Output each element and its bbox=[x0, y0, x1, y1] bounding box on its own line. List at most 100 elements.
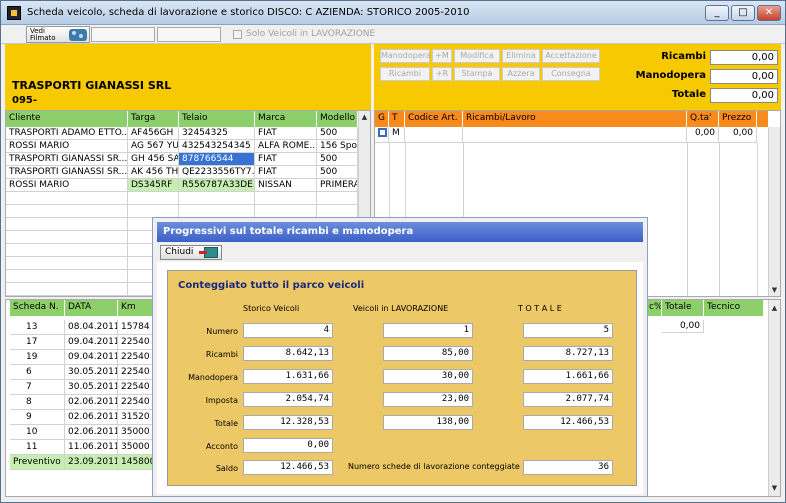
elimina-button[interactable]: Elimina bbox=[502, 49, 540, 63]
line-qta-cell[interactable]: 0,00 bbox=[687, 127, 719, 143]
vehicle-cell[interactable]: QE2233556TY7... bbox=[179, 166, 255, 179]
history-cell[interactable]: 30.05.2011 bbox=[65, 365, 118, 380]
vehicle-empty-cell[interactable] bbox=[6, 257, 128, 270]
saldo-field[interactable]: 12.466,53 bbox=[243, 460, 333, 475]
dialog-storico-field[interactable]: 12.328,53 bbox=[243, 415, 333, 430]
col-telaio[interactable]: Telaio bbox=[179, 111, 255, 127]
dialog-totale-field[interactable]: 12.466,53 bbox=[523, 415, 613, 430]
history-cell[interactable]: 7 bbox=[10, 380, 65, 395]
dialog-storico-field[interactable]: 4 bbox=[243, 323, 333, 338]
history-cell[interactable]: 22540 bbox=[118, 365, 154, 380]
vehicle-cell[interactable]: AG 567 YU bbox=[128, 140, 179, 153]
history-cell[interactable]: 23.09.2011 bbox=[65, 455, 118, 470]
history-cell[interactable]: 08.04.2011 bbox=[65, 320, 118, 335]
scroll-up-icon[interactable]: ▲ bbox=[769, 302, 780, 314]
vehicle-cell[interactable]: TRASPORTI ADAMO ETTO... bbox=[6, 127, 128, 140]
line-g-cell[interactable] bbox=[375, 127, 389, 143]
col-extra[interactable] bbox=[757, 111, 769, 127]
col-qta[interactable]: Q.ta' bbox=[687, 111, 719, 127]
ricambi-button[interactable]: Ricambi bbox=[380, 67, 430, 81]
solo-veicoli-checkbox[interactable] bbox=[233, 30, 242, 39]
scroll-down-icon[interactable]: ▼ bbox=[769, 482, 780, 494]
vehicle-cell[interactable]: DS345RF bbox=[128, 179, 179, 192]
maximize-button[interactable]: □ bbox=[731, 5, 755, 21]
consegna-button[interactable]: Consegna bbox=[542, 67, 600, 81]
vehicle-empty-cell[interactable] bbox=[6, 231, 128, 244]
vehicle-cell[interactable]: ROSSI MARIO bbox=[6, 140, 128, 153]
vehicle-cell[interactable]: FIAT bbox=[255, 127, 317, 140]
add-manodopera-button[interactable]: +M bbox=[432, 49, 452, 63]
col-targa[interactable]: Targa bbox=[128, 111, 179, 127]
dialog-lavorazione-field[interactable]: 85,00 bbox=[383, 346, 473, 361]
history-cell[interactable]: 6 bbox=[10, 365, 65, 380]
dialog-totale-field[interactable]: 5 bbox=[523, 323, 613, 338]
line-t-cell[interactable]: M bbox=[389, 127, 405, 143]
history-cell[interactable]: 13 bbox=[10, 320, 65, 335]
vehicle-cell[interactable]: FIAT bbox=[255, 153, 317, 166]
vehicle-cell[interactable]: ALFA ROME... bbox=[255, 140, 317, 153]
col-prezzo[interactable]: Prezzo bbox=[719, 111, 757, 127]
line-codice-cell[interactable] bbox=[405, 127, 463, 143]
toolbar-field-2[interactable] bbox=[157, 27, 221, 42]
history-cell[interactable]: 22540 bbox=[118, 380, 154, 395]
vehicle-cell[interactable]: PRIMERA bbox=[317, 179, 358, 192]
vehicle-empty-cell[interactable] bbox=[128, 192, 179, 205]
vehicle-cell[interactable]: 500 bbox=[317, 153, 358, 166]
dialog-totale-field[interactable]: 1.661,66 bbox=[523, 369, 613, 384]
vehicle-cell[interactable]: R556787A33DE... bbox=[179, 179, 255, 192]
history-cell[interactable]: 11.06.2011 bbox=[65, 440, 118, 455]
history-scrollbar[interactable]: ▲ ▼ bbox=[768, 300, 780, 496]
history-cell[interactable]: 9 bbox=[10, 410, 65, 425]
history-cell[interactable]: 8 bbox=[10, 395, 65, 410]
col-codice-art[interactable]: Codice Art. bbox=[405, 111, 463, 127]
line-prezzo-cell[interactable]: 0,00 bbox=[719, 127, 757, 143]
vehicle-empty-cell[interactable] bbox=[317, 192, 358, 205]
vehicle-cell[interactable]: TRASPORTI GIANASSI SR... bbox=[6, 153, 128, 166]
history-cell[interactable]: 35000 bbox=[118, 440, 154, 455]
add-ricambi-button[interactable]: +R bbox=[432, 67, 452, 81]
col-ricambi-lavoro[interactable]: Ricambi/Lavoro bbox=[463, 111, 687, 127]
vehicle-cell[interactable]: 432543254345 ... bbox=[179, 140, 255, 153]
history-cell[interactable]: 02.06.2011 bbox=[65, 395, 118, 410]
history-cell[interactable]: Preventivo bbox=[10, 455, 65, 470]
vehicle-empty-cell[interactable] bbox=[6, 192, 128, 205]
close-button[interactable]: ✕ bbox=[757, 5, 781, 21]
manodopera-total-field[interactable]: 0,00 bbox=[710, 69, 778, 84]
vehicle-cell[interactable]: GH 456 SA bbox=[128, 153, 179, 166]
history-cell[interactable]: 145800 bbox=[118, 455, 154, 470]
vehicle-empty-cell[interactable] bbox=[6, 218, 128, 231]
history-totale-cell[interactable]: 0,00 bbox=[662, 320, 704, 333]
dialog-lavorazione-field[interactable]: 1 bbox=[383, 323, 473, 338]
chiudi-button[interactable]: Chiudi bbox=[160, 245, 222, 260]
vehicle-empty-cell[interactable] bbox=[6, 270, 128, 283]
numero-schede-field[interactable]: 36 bbox=[523, 460, 613, 475]
vehicle-cell[interactable]: 156 Sportw bbox=[317, 140, 358, 153]
col-km[interactable]: Km bbox=[118, 300, 154, 316]
scroll-up-icon[interactable]: ▲ bbox=[359, 111, 370, 123]
vehicle-cell[interactable]: ROSSI MARIO bbox=[6, 179, 128, 192]
vehicle-cell[interactable]: 878766544 bbox=[179, 153, 255, 166]
col-cliente[interactable]: Cliente bbox=[6, 111, 128, 127]
acconto-field[interactable]: 0,00 bbox=[243, 438, 333, 453]
ricambi-total-field[interactable]: 0,00 bbox=[710, 50, 778, 65]
vehicle-empty-cell[interactable] bbox=[6, 244, 128, 257]
history-cell[interactable]: 22540 bbox=[118, 350, 154, 365]
scroll-down-icon[interactable]: ▼ bbox=[769, 284, 780, 296]
line-descr-cell[interactable] bbox=[463, 127, 687, 143]
col-data[interactable]: DATA bbox=[65, 300, 118, 316]
history-cell[interactable]: 09.04.2011 bbox=[65, 350, 118, 365]
dialog-lavorazione-field[interactable]: 138,00 bbox=[383, 415, 473, 430]
dialog-lavorazione-field[interactable]: 30,00 bbox=[383, 369, 473, 384]
history-cell[interactable]: 02.06.2011 bbox=[65, 410, 118, 425]
dialog-totale-field[interactable]: 8.727,13 bbox=[523, 346, 613, 361]
col-totale[interactable]: Totale bbox=[662, 300, 704, 316]
history-cell[interactable]: 35000 bbox=[118, 425, 154, 440]
vehicle-empty-cell[interactable] bbox=[255, 192, 317, 205]
dialog-storico-field[interactable]: 8.642,13 bbox=[243, 346, 333, 361]
vehicle-cell[interactable]: AK 456 TH bbox=[128, 166, 179, 179]
col-g[interactable]: G bbox=[375, 111, 389, 127]
history-cell[interactable]: 10 bbox=[10, 425, 65, 440]
history-cell[interactable]: 15784 bbox=[118, 320, 154, 335]
vehicle-cell[interactable]: AF456GH bbox=[128, 127, 179, 140]
col-sconto[interactable]: c% bbox=[646, 300, 662, 316]
